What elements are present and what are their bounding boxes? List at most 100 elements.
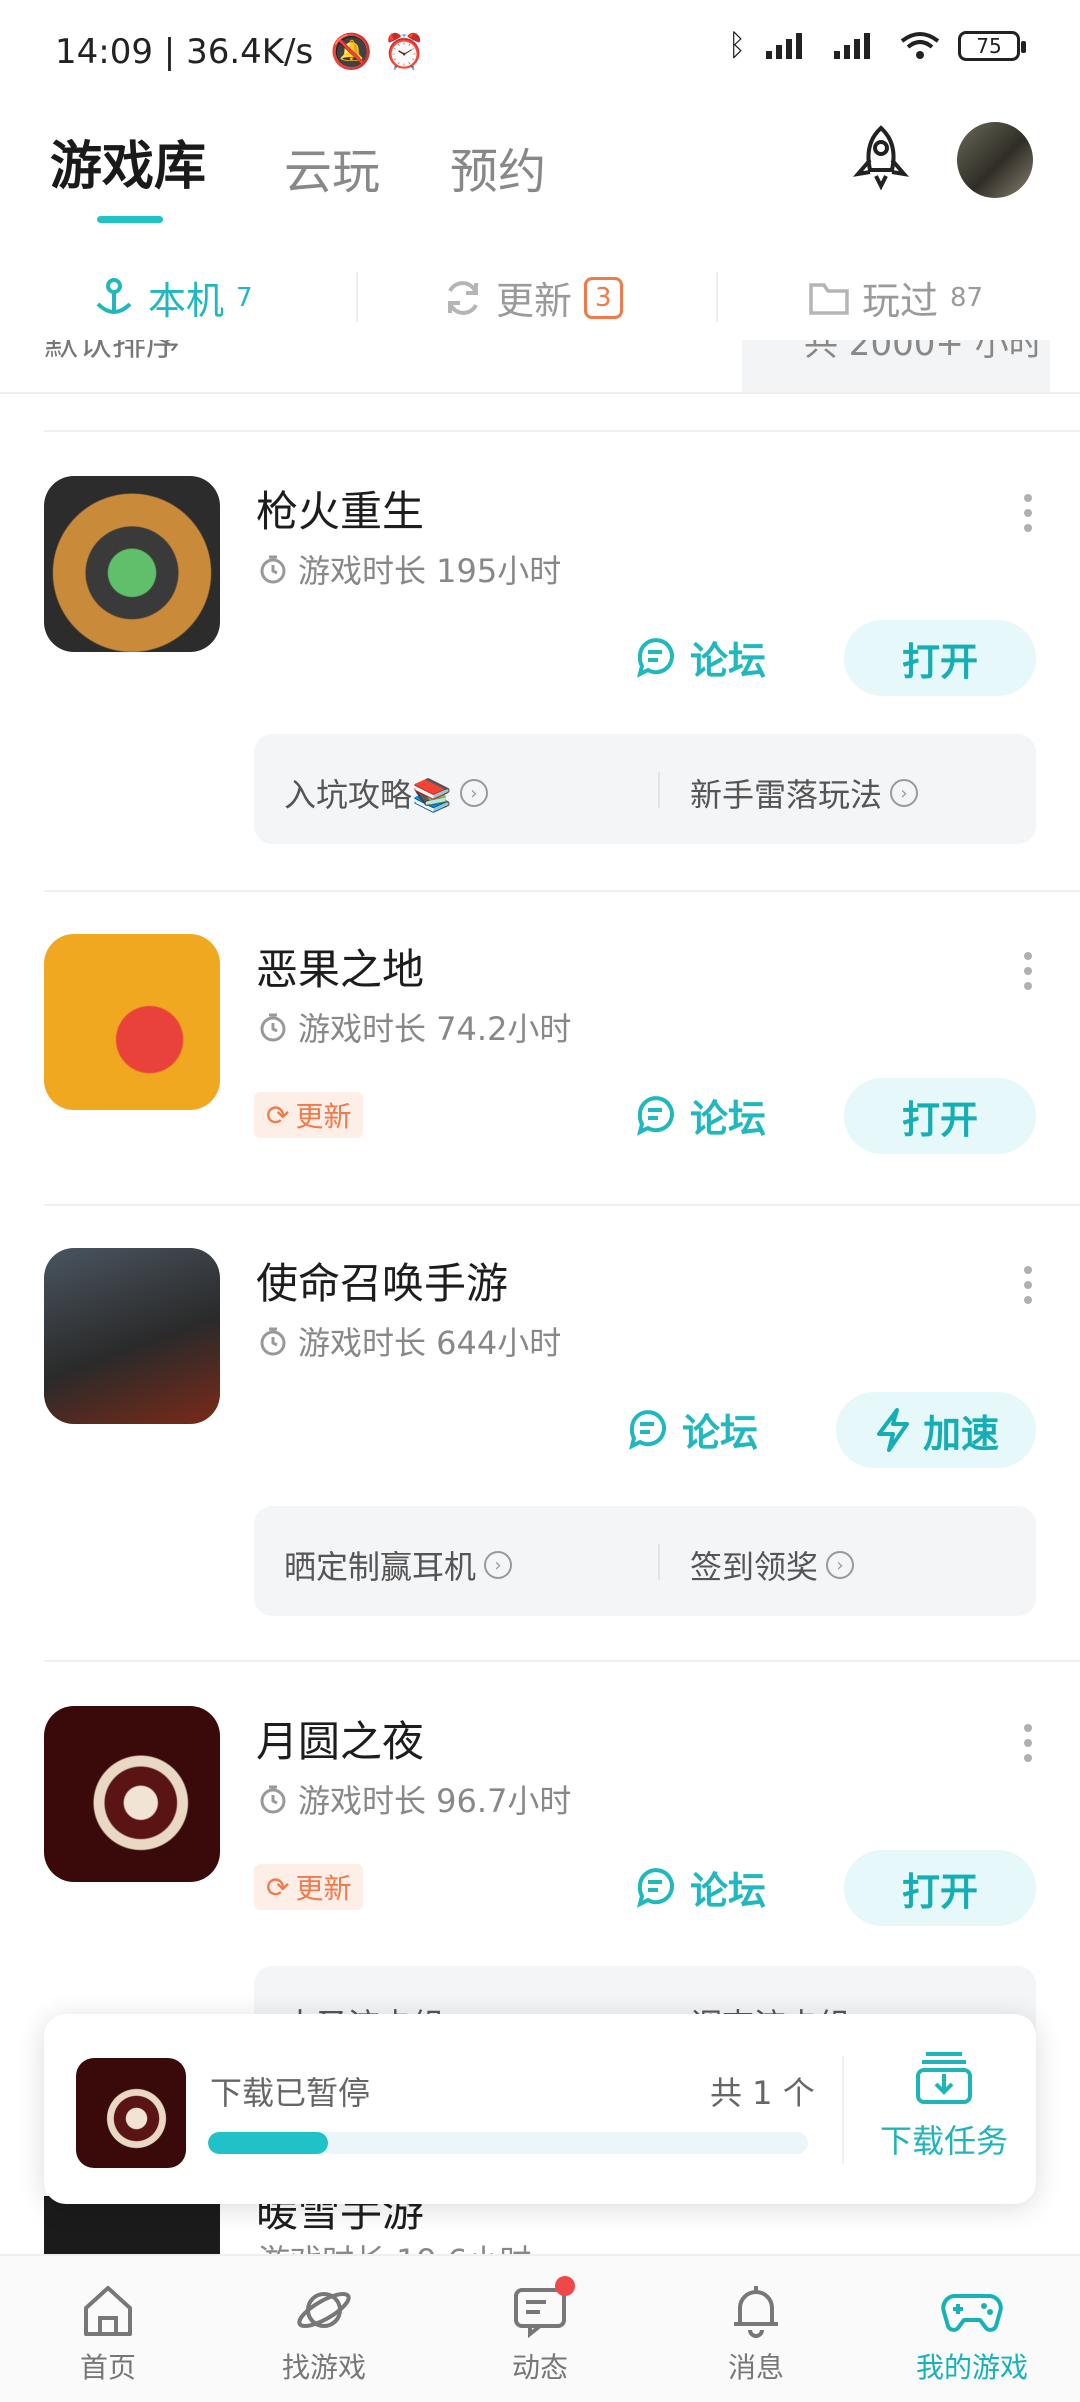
notification-dot <box>555 2276 575 2296</box>
download-tray-icon <box>916 2052 972 2104</box>
wifi-icon <box>900 31 940 59</box>
more-options-icon[interactable] <box>1018 494 1038 532</box>
battery-icon: 75 <box>958 30 1026 61</box>
bluetooth-icon: ᛒ <box>728 28 746 63</box>
forum-button[interactable]: 论坛 <box>634 630 766 685</box>
accelerate-button[interactable]: 加速 <box>836 1392 1036 1468</box>
avatar[interactable] <box>957 122 1033 198</box>
forum-button[interactable]: 论坛 <box>626 1402 758 1457</box>
nav-feed[interactable]: 动态 <box>460 2282 620 2386</box>
divider <box>44 890 1080 892</box>
subtab-local-label: 本机 <box>148 279 225 323</box>
link-divider <box>658 1544 660 1580</box>
status-icons: ᛒ 75 <box>728 28 1026 63</box>
sort-order-label[interactable]: 默认排序 <box>44 340 180 365</box>
alarm-icon: ⏰ <box>383 32 426 72</box>
timer-icon <box>260 1013 286 1042</box>
folder-icon <box>809 282 849 315</box>
game-playtime: 游戏时长 195小时 <box>258 546 561 592</box>
nav-my-games[interactable]: 我的游戏 <box>892 2282 1052 2386</box>
download-panel[interactable]: 下载已暂停 共 1 个 下载任务 <box>44 2014 1036 2204</box>
forum-button[interactable]: 论坛 <box>634 1088 766 1143</box>
update-tag[interactable]: ⟳ 更新 <box>254 1092 364 1138</box>
download-count: 共 1 个 <box>710 2074 815 2112</box>
lightning-icon <box>876 1408 909 1452</box>
total-playtime-chip: 共 2000+ 小时 <box>742 340 1050 392</box>
subtab-local[interactable]: 本机 7 <box>92 270 253 325</box>
more-options-icon[interactable] <box>1018 1724 1038 1762</box>
sort-row: 默认排序 共 2000+ 小时 <box>0 340 1080 392</box>
chevron-right-icon: › <box>459 779 488 807</box>
forum-icon <box>637 637 674 678</box>
gamepad-icon <box>941 2294 1003 2332</box>
forum-button[interactable]: 论坛 <box>634 1860 766 1915</box>
nav-find-games[interactable]: 找游戏 <box>244 2282 404 2386</box>
download-tasks-button[interactable]: 下载任务 <box>874 2044 1014 2162</box>
forum-icon <box>637 1867 674 1908</box>
update-tag[interactable]: ⟳ 更新 <box>254 1864 364 1910</box>
signal-icon-2 <box>834 32 870 59</box>
more-options-icon[interactable] <box>1018 952 1038 990</box>
subtab-played[interactable]: 玩过 87 <box>808 270 983 325</box>
status-time-speed: 14:09 | 36.4K/s 🔕 ⏰ <box>55 32 426 72</box>
nav-messages[interactable]: 消息 <box>676 2282 836 2386</box>
link-divider <box>658 772 660 808</box>
divider <box>842 2056 844 2164</box>
game-links-box: 晒定制赢耳机 › 签到领奖 › <box>254 1506 1036 1616</box>
game-link[interactable]: 签到领奖 › <box>690 1542 855 1588</box>
game-link[interactable]: 入坑攻略📚 › <box>284 770 488 816</box>
chevron-right-icon: › <box>484 1551 513 1579</box>
divider <box>44 1204 1080 1206</box>
open-game-button[interactable]: 打开 <box>844 1850 1036 1926</box>
chevron-right-icon: › <box>826 1551 855 1579</box>
subtab-update[interactable]: 更新 3 <box>442 270 623 325</box>
subtab-divider <box>716 272 718 322</box>
game-title[interactable]: 月圆之夜 <box>256 1708 424 1769</box>
download-status: 下载已暂停 <box>210 2074 371 2112</box>
game-link[interactable]: 晒定制赢耳机 › <box>284 1542 513 1588</box>
bottom-nav: 首页 找游戏 动态 消息 我的游戏 <box>0 2254 1080 2402</box>
refresh-icon: ⟳ <box>266 1870 290 1904</box>
game-title[interactable]: 枪火重生 <box>256 478 424 539</box>
subtab-update-label: 更新 <box>496 279 573 323</box>
open-game-button[interactable]: 打开 <box>844 620 1036 696</box>
nav-home[interactable]: 首页 <box>28 2282 188 2386</box>
game-links-box: 入坑攻略📚 › 新手雷落玩法 › <box>254 734 1036 844</box>
update-count-badge: 3 <box>584 276 623 319</box>
subtab-played-label: 玩过 <box>862 279 939 323</box>
divider <box>0 392 1080 394</box>
divider <box>44 1660 1080 1662</box>
game-link[interactable]: 新手雷落玩法 › <box>690 770 919 816</box>
timer-icon <box>260 1785 286 1814</box>
subtab-divider <box>356 272 358 322</box>
download-progress-bar <box>208 2132 808 2154</box>
tab-reservation[interactable]: 预约 <box>450 132 546 202</box>
status-net-speed: 36.4K/s <box>186 32 314 72</box>
download-progress-fill <box>208 2132 328 2154</box>
open-game-button[interactable]: 打开 <box>844 1078 1036 1154</box>
signal-icon <box>766 32 802 59</box>
more-options-icon[interactable] <box>1018 1266 1038 1304</box>
game-icon-4[interactable] <box>44 1706 220 1882</box>
game-title[interactable]: 使命召唤手游 <box>256 1250 508 1311</box>
chevron-right-icon: › <box>890 779 919 807</box>
forum-icon <box>637 1095 674 1136</box>
game-icon-3[interactable] <box>44 1248 220 1424</box>
tab-cloud-play[interactable]: 云玩 <box>284 132 380 202</box>
refresh-icon: ⟳ <box>266 1098 290 1132</box>
timer-icon <box>260 555 286 584</box>
game-icon-2[interactable] <box>44 934 220 1110</box>
subtab-local-count: 7 <box>236 282 253 313</box>
game-icon-1[interactable] <box>44 476 220 652</box>
home-icon <box>84 2286 132 2336</box>
rocket-icon[interactable] <box>846 124 916 194</box>
subtab-played-count: 87 <box>950 282 984 313</box>
game-playtime: 游戏时长 74.2小时 <box>258 1004 571 1050</box>
game-icon-5[interactable] <box>44 2196 220 2256</box>
forum-icon <box>629 1409 666 1450</box>
game-playtime: 游戏时长 644小时 <box>258 1318 561 1364</box>
divider <box>44 430 1080 432</box>
game-title[interactable]: 恶果之地 <box>256 936 424 997</box>
tab-game-library[interactable]: 游戏库 <box>50 124 206 199</box>
status-bar: 14:09 | 36.4K/s 🔕 ⏰ ᛒ 75 <box>0 0 1080 100</box>
